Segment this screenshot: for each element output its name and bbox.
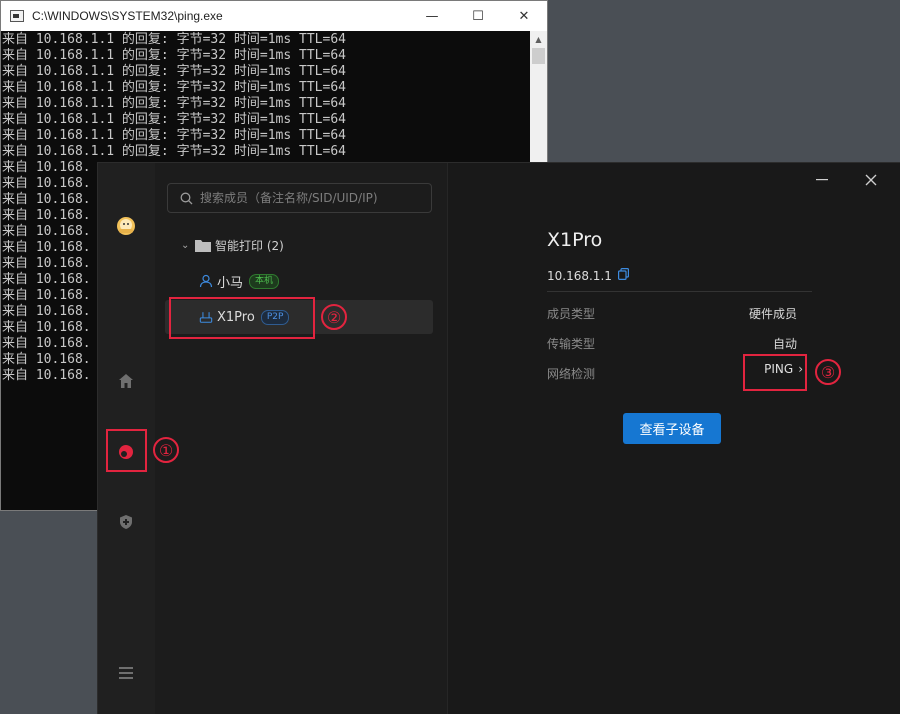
console-line: 来自 10.168.1.1 的回复: 字节=32 时间=1ms TTL=64 [2, 64, 346, 79]
member-panel: ⌄ 智能打印 (2) 小马 本机 X1Pro P2P [155, 163, 448, 714]
console-line: 来自 10.168.1.1 的回复: 字节=32 时间=1ms TTL=64 [2, 32, 346, 47]
maximize-button[interactable]: ☐ [455, 1, 501, 31]
shield-icon[interactable] [116, 512, 136, 532]
close-button[interactable]: ✕ [501, 1, 547, 31]
device-ip: 10.168.1.1 [547, 268, 629, 283]
device-title: X1Pro [547, 229, 603, 251]
annotation-box-3 [743, 354, 807, 391]
annotation-number-3: ③ [815, 359, 841, 385]
search-icon [180, 192, 193, 204]
network-check-label: 网络检测 [547, 367, 596, 381]
avatar-icon[interactable] [115, 215, 137, 237]
cmd-title: C:\WINDOWS\SYSTEM32\ping.exe [32, 9, 223, 23]
menu-icon[interactable] [116, 663, 136, 683]
annotation-number-2: ② [321, 304, 347, 330]
minimize-button[interactable]: — [409, 1, 455, 31]
annotation-box-2 [169, 297, 315, 339]
detail-panel: X1Pro 10.168.1.1 成员类型 硬件成员 传输类型 自动 网络检测 … [448, 163, 900, 714]
group-label: 智能打印 (2) [215, 238, 284, 253]
close-icon[interactable] [861, 171, 881, 189]
console-line: 来自 10.168.1.1 的回复: 字节=32 时间=1ms TTL=64 [2, 96, 346, 111]
console-line: 来自 10.168.1.1 的回复: 字节=32 时间=1ms TTL=64 [2, 128, 346, 143]
annotation-number-1: ① [153, 437, 179, 463]
console-line: 来自 10.168.1.1 的回复: 字节=32 时间=1ms TTL=64 [2, 48, 346, 63]
console-icon [10, 10, 24, 22]
search-input[interactable] [198, 190, 422, 206]
scroll-up-arrow-icon[interactable]: ▲ [530, 31, 547, 48]
group-row[interactable]: ⌄ 智能打印 (2) [181, 235, 284, 255]
console-line: 来自 10.168.1.1 的回复: 字节=32 时间=1ms TTL=64 [2, 80, 346, 95]
member-type-label: 成员类型 [547, 307, 596, 321]
search-box[interactable] [167, 183, 432, 213]
scroll-thumb[interactable] [532, 48, 545, 64]
copy-icon[interactable] [617, 268, 629, 283]
local-badge: 本机 [249, 273, 280, 289]
member-type-value: 硬件成员 [748, 307, 797, 321]
user-icon [199, 274, 213, 288]
view-subdevices-button[interactable]: 查看子设备 [623, 413, 721, 444]
console-line: 来自 10.168.1.1 的回复: 字节=32 时间=1ms TTL=64 [2, 144, 346, 159]
ip-text: 10.168.1.1 [547, 268, 612, 283]
transport-type-value: 自动 [772, 337, 797, 351]
chevron-down-icon[interactable]: ⌄ [181, 240, 195, 251]
transport-type-label: 传输类型 [547, 337, 596, 351]
folder-icon [195, 239, 211, 252]
home-icon[interactable] [116, 371, 136, 391]
list-item[interactable]: 小马 本机 [165, 264, 433, 298]
console-line: 来自 10.168.1.1 的回复: 字节=32 时间=1ms TTL=64 [2, 112, 346, 127]
member-name: 小马 [217, 275, 244, 291]
annotation-box-1 [106, 429, 147, 472]
minimize-button[interactable] [807, 171, 837, 189]
cmd-titlebar[interactable]: C:\WINDOWS\SYSTEM32\ping.exe — ☐ ✕ [1, 1, 547, 31]
app-window: ⌄ 智能打印 (2) 小马 本机 X1Pro P2P X1Pro [97, 162, 900, 714]
divider [547, 291, 812, 292]
